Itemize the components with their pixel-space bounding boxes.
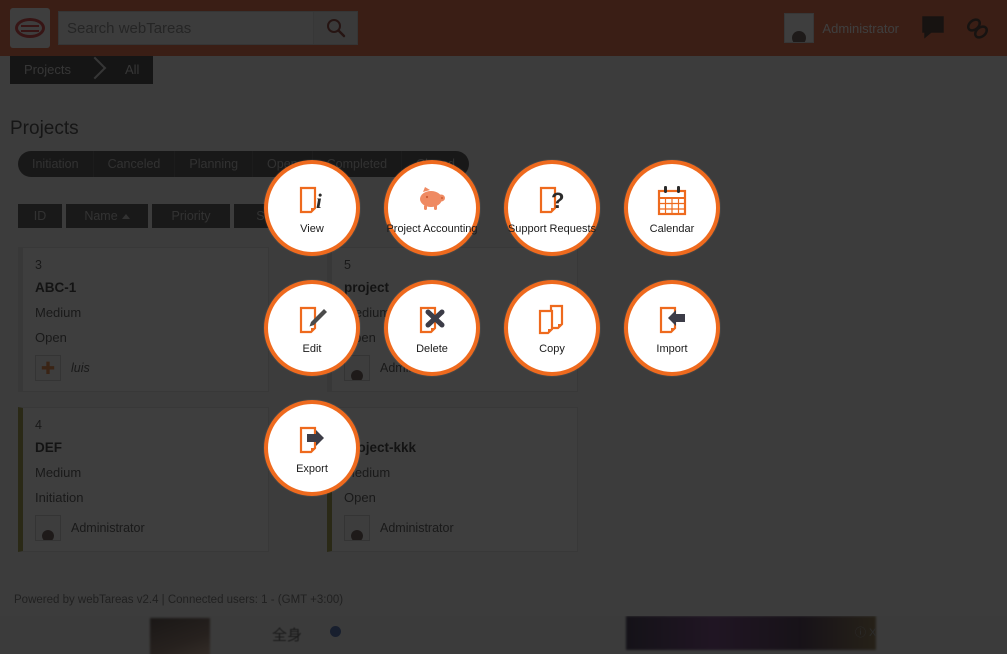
svg-text:?: ? [551, 188, 564, 213]
document-x-icon [414, 301, 450, 341]
action-project-accounting[interactable]: Project Accounting [384, 160, 480, 256]
action-label: Export [296, 463, 328, 475]
action-label: Import [656, 343, 688, 355]
action-copy[interactable]: Copy [504, 280, 600, 376]
action-support-requests[interactable]: ? Support Requests [504, 160, 600, 256]
action-label: Project Accounting [386, 223, 478, 235]
action-delete[interactable]: Delete [384, 280, 480, 376]
action-edit[interactable]: Edit [264, 280, 360, 376]
piggy-bank-icon [413, 181, 451, 221]
action-label: View [300, 223, 324, 235]
svg-text:i: i [316, 189, 322, 213]
action-label: Edit [302, 343, 322, 355]
action-label: Copy [539, 343, 565, 355]
action-import[interactable]: Import [624, 280, 720, 376]
calendar-icon [655, 181, 689, 221]
document-info-icon: i [294, 181, 330, 221]
radial-action-menu: i View Project Accounting ? Support Requ… [0, 0, 1007, 654]
document-pencil-icon [294, 301, 330, 341]
export-arrow-icon [294, 421, 330, 461]
copy-icon [534, 301, 570, 341]
action-label: Delete [416, 343, 448, 355]
action-calendar[interactable]: Calendar [624, 160, 720, 256]
action-label: Support Requests [507, 223, 597, 235]
action-view[interactable]: i View [264, 160, 360, 256]
app-window: Administrator Projects All [0, 0, 1007, 654]
action-export[interactable]: Export [264, 400, 360, 496]
import-arrow-icon [654, 301, 690, 341]
action-label: Calendar [649, 223, 695, 235]
document-question-icon: ? [534, 181, 570, 221]
